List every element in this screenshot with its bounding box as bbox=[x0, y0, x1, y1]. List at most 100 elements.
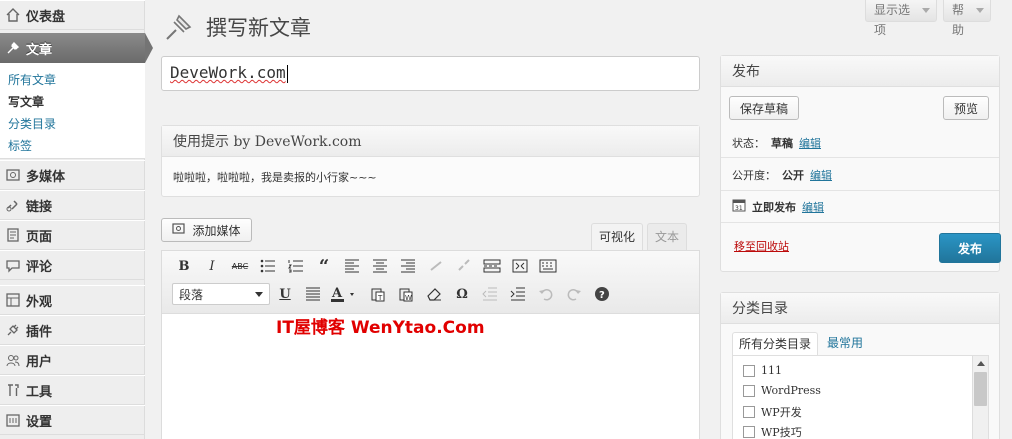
sidebar-item-dashboard[interactable]: 仪表盘 bbox=[0, 0, 145, 30]
text-cursor bbox=[286, 64, 288, 83]
page-title: 撰写新文章 bbox=[206, 16, 311, 40]
sidebar-item-appearance[interactable]: 外观 bbox=[0, 285, 145, 315]
visibility-value: 公开 bbox=[782, 169, 804, 182]
svg-text:T: T bbox=[377, 294, 383, 302]
sidebar-item-comments[interactable]: 评论 bbox=[0, 250, 145, 280]
list-item[interactable]: WordPress bbox=[743, 384, 821, 397]
paste-text-icon[interactable]: T bbox=[367, 283, 389, 305]
sidebar-item-settings[interactable]: 设置 bbox=[0, 405, 145, 435]
admin-sidebar: 仪表盘 文章 所有文章 写文章 分类目录 标签 多媒体 链接 页面 评论 外观 … bbox=[0, 0, 153, 439]
tab-visual[interactable]: 可视化 bbox=[591, 223, 644, 251]
add-media-button[interactable]: 添加媒体 bbox=[161, 218, 252, 242]
svg-text:?: ? bbox=[599, 290, 605, 301]
post-editor[interactable]: B I ABC “ 段落 U A T W Ω ? IT屋博客 WenYtao.C… bbox=[161, 250, 700, 439]
bullet-list-icon[interactable] bbox=[257, 255, 279, 277]
save-draft-button[interactable]: 保存草稿 bbox=[729, 96, 799, 120]
paste-word-icon[interactable]: W bbox=[395, 283, 417, 305]
screen-options-button[interactable]: 显示选项 bbox=[865, 0, 937, 37]
submenu-new-post[interactable]: 写文章 bbox=[8, 91, 145, 113]
list-item[interactable]: WP技巧 bbox=[743, 424, 802, 439]
chevron-down-icon bbox=[922, 8, 930, 13]
category-label: WordPress bbox=[761, 384, 821, 397]
sidebar-item-tools[interactable]: 工具 bbox=[0, 375, 145, 405]
media-icon bbox=[4, 166, 22, 184]
insert-link-icon[interactable] bbox=[425, 255, 447, 277]
visibility-label: 公开度： bbox=[732, 169, 776, 182]
bold-icon[interactable]: B bbox=[173, 255, 195, 277]
scroll-up-icon[interactable] bbox=[977, 361, 985, 366]
unlink-icon[interactable] bbox=[453, 255, 475, 277]
tab-all-categories[interactable]: 所有分类目录 bbox=[732, 332, 819, 356]
category-checkbox[interactable] bbox=[743, 426, 755, 438]
category-checkbox[interactable] bbox=[743, 384, 755, 397]
move-to-trash-link[interactable]: 移至回收站 bbox=[734, 238, 789, 254]
submenu-categories[interactable]: 分类目录 bbox=[8, 113, 145, 135]
scrollbar[interactable] bbox=[972, 356, 988, 439]
category-checkbox[interactable] bbox=[743, 364, 755, 377]
help-button[interactable]: 帮助 bbox=[943, 0, 991, 37]
help-icon[interactable]: ? bbox=[591, 283, 613, 305]
indent-icon[interactable] bbox=[507, 283, 529, 305]
fullscreen-icon[interactable] bbox=[509, 255, 531, 277]
schedule-label: 立即发布 bbox=[752, 200, 796, 214]
strikethrough-icon[interactable]: ABC bbox=[229, 255, 251, 277]
visibility-row: 公开度： 公开 编辑 bbox=[732, 167, 832, 183]
sidebar-item-posts[interactable]: 文章 bbox=[0, 33, 153, 63]
link-icon bbox=[4, 196, 22, 214]
format-select[interactable]: 段落 bbox=[172, 283, 270, 305]
preview-button[interactable]: 预览 bbox=[943, 96, 989, 120]
italic-icon[interactable]: I bbox=[201, 255, 223, 277]
edit-visibility-link[interactable]: 编辑 bbox=[810, 167, 832, 183]
posts-submenu: 所有文章 写文章 分类目录 标签 bbox=[0, 63, 145, 159]
align-center-icon[interactable] bbox=[369, 255, 391, 277]
list-item[interactable]: 111 bbox=[743, 364, 782, 377]
submenu-all-posts[interactable]: 所有文章 bbox=[8, 69, 145, 91]
sidebar-item-plugins[interactable]: 插件 bbox=[0, 315, 145, 345]
text-color-icon[interactable]: A bbox=[328, 283, 362, 305]
special-character-icon[interactable]: Ω bbox=[451, 283, 473, 305]
kitchen-sink-icon[interactable] bbox=[537, 255, 559, 277]
eraser-icon[interactable] bbox=[423, 283, 445, 305]
schedule-row: 31 立即发布 编辑 bbox=[732, 198, 824, 215]
post-title-input[interactable]: DeveWork.com bbox=[161, 56, 700, 91]
sidebar-item-media[interactable]: 多媒体 bbox=[0, 160, 145, 190]
divider bbox=[721, 222, 999, 223]
align-left-icon[interactable] bbox=[341, 255, 363, 277]
sidebar-item-links[interactable]: 链接 bbox=[0, 190, 145, 220]
category-label: WP开发 bbox=[761, 406, 802, 419]
edit-schedule-link[interactable]: 编辑 bbox=[802, 199, 824, 215]
submenu-tags[interactable]: 标签 bbox=[8, 135, 145, 157]
align-right-icon[interactable] bbox=[397, 255, 419, 277]
category-checklist: 111 WordPress WP开发 WP技巧 bbox=[732, 355, 989, 439]
insert-more-icon[interactable] bbox=[481, 255, 503, 277]
category-checkbox[interactable] bbox=[743, 406, 755, 418]
appearance-icon bbox=[4, 291, 22, 309]
sidebar-item-label: 外观 bbox=[26, 294, 53, 310]
tab-text[interactable]: 文本 bbox=[647, 223, 688, 251]
numbered-list-icon[interactable] bbox=[285, 255, 307, 277]
scrollbar-thumb[interactable] bbox=[974, 372, 987, 406]
editor-toolbar: B I ABC “ 段落 U A T W Ω ? bbox=[162, 251, 699, 314]
plugin-icon bbox=[4, 321, 22, 339]
blockquote-icon[interactable]: “ bbox=[313, 255, 335, 277]
publish-button[interactable]: 发布 bbox=[939, 233, 1001, 263]
pin-icon bbox=[4, 39, 22, 57]
divider bbox=[721, 190, 999, 191]
redo-icon[interactable] bbox=[563, 283, 585, 305]
undo-icon[interactable] bbox=[535, 283, 557, 305]
category-label: 111 bbox=[761, 364, 782, 377]
edit-status-link[interactable]: 编辑 bbox=[799, 135, 821, 151]
list-item[interactable]: WP开发 bbox=[743, 404, 802, 420]
sidebar-item-label: 页面 bbox=[26, 229, 53, 245]
publish-box-title: 发布 bbox=[721, 56, 999, 87]
outdent-icon[interactable] bbox=[479, 283, 501, 305]
tab-most-used[interactable]: 最常用 bbox=[821, 332, 869, 356]
chevron-down-icon bbox=[976, 8, 984, 13]
post-title-text: DeveWork.com bbox=[170, 63, 286, 82]
svg-text:A: A bbox=[331, 286, 343, 301]
publish-box: 发布 保存草稿 预览 状态： 草稿 编辑 公开度： 公开 编辑 31 立即发布 … bbox=[720, 55, 1001, 272]
justify-icon[interactable] bbox=[302, 283, 324, 305]
sidebar-item-users[interactable]: 用户 bbox=[0, 345, 145, 375]
underline-icon[interactable]: U bbox=[274, 283, 296, 305]
sidebar-item-pages[interactable]: 页面 bbox=[0, 220, 145, 250]
